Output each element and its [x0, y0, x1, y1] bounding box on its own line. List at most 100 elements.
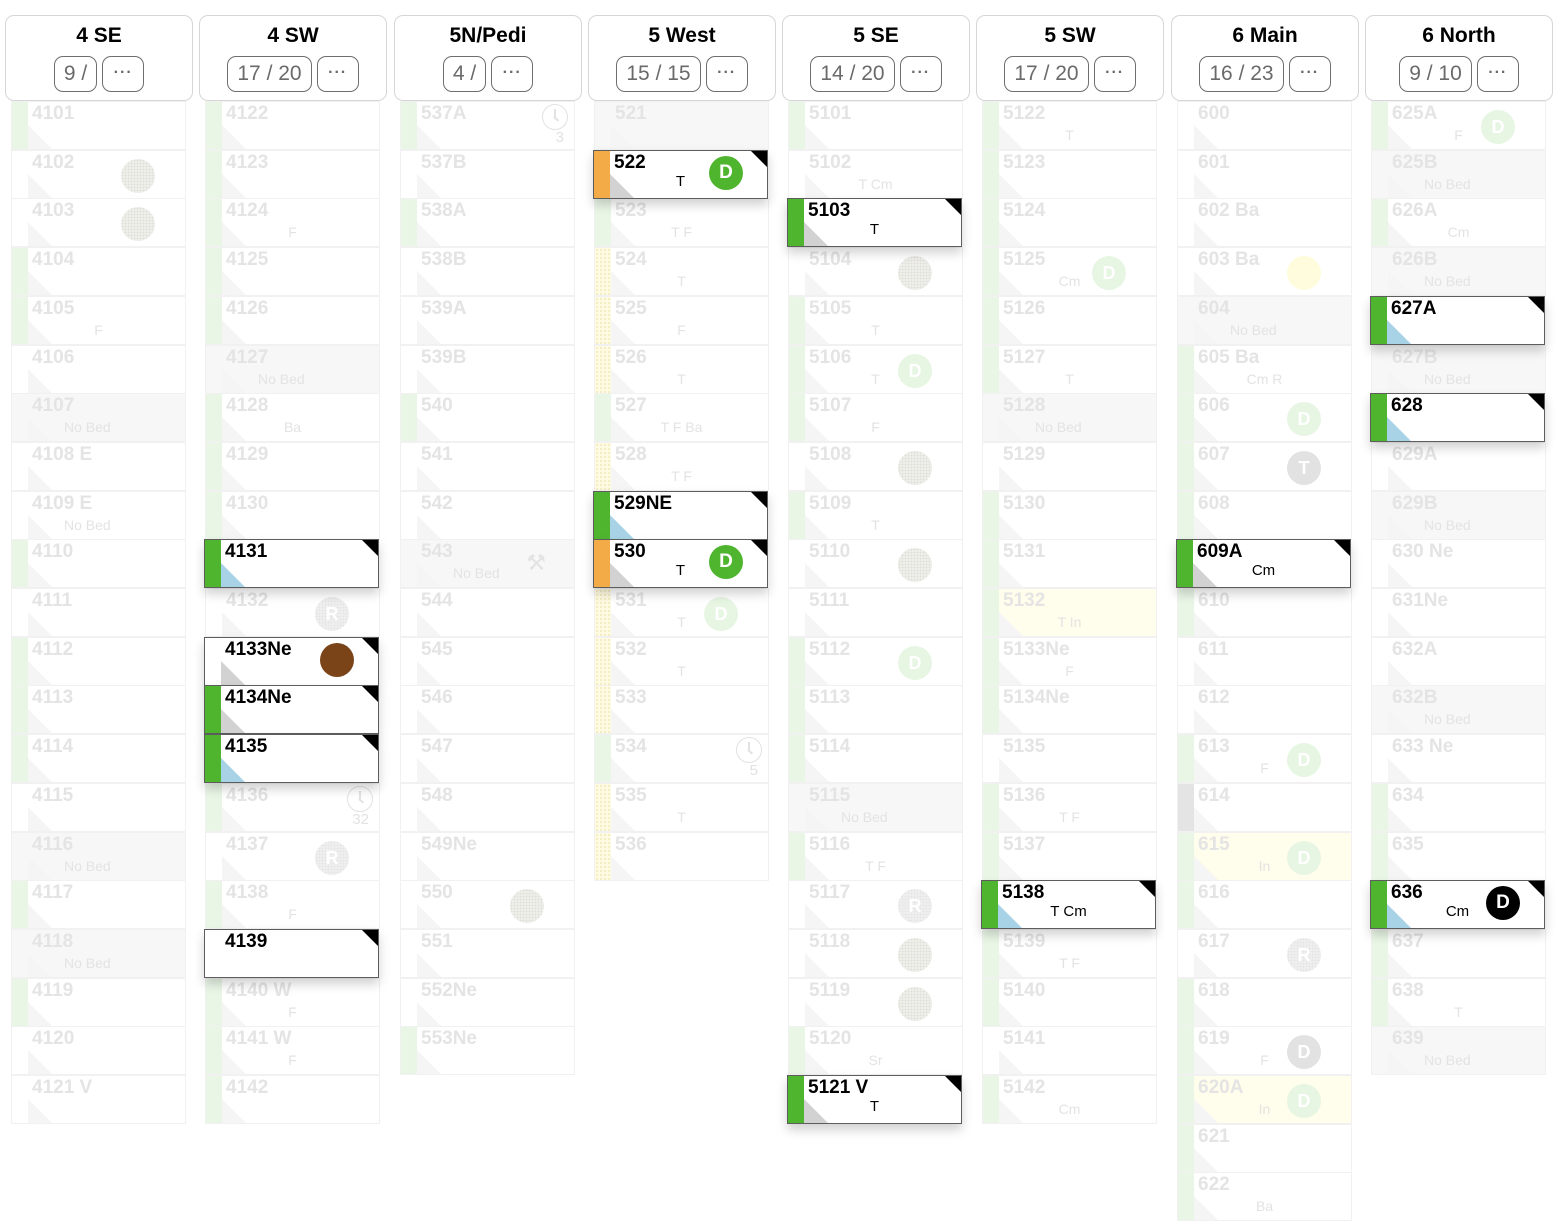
census-count-button[interactable]: 4 /	[442, 56, 487, 92]
room-cell[interactable]: 5128 No Bed	[982, 393, 1157, 443]
room-cell[interactable]: 5113	[788, 685, 963, 735]
room-cell[interactable]: 5102 T Cm	[788, 149, 963, 199]
room-cell[interactable]: 626B No Bed	[1371, 247, 1546, 297]
room-cell[interactable]: 4132 R	[205, 588, 380, 637]
room-cell[interactable]: 533	[594, 685, 769, 735]
room-cell[interactable]: 4140 W F	[205, 977, 380, 1027]
room-cell[interactable]: 616	[1177, 880, 1352, 930]
room-cell[interactable]: 613 F D	[1177, 734, 1352, 784]
room-cell[interactable]: 603 Ba	[1177, 247, 1352, 297]
room-cell[interactable]: 547	[400, 734, 575, 784]
room-cell[interactable]: 539A	[400, 295, 575, 345]
room-cell[interactable]: 552Ne	[400, 977, 575, 1027]
occupied-bed-card[interactable]: 4135	[204, 734, 379, 784]
room-cell[interactable]: 5112 D	[788, 636, 963, 686]
occupied-bed-card[interactable]: 5138 T Cm	[981, 880, 1156, 930]
room-cell[interactable]: 630 Ne	[1371, 539, 1546, 589]
room-cell[interactable]: 4109 E No Bed	[11, 490, 186, 540]
room-cell[interactable]: 4127 No Bed	[205, 344, 380, 394]
census-count-button[interactable]: 17 / 20	[227, 56, 312, 92]
unit-title[interactable]: 4 SW	[200, 24, 386, 48]
more-options-button[interactable]: ···	[705, 56, 748, 92]
room-cell[interactable]: 4101	[11, 101, 186, 150]
room-cell[interactable]: 4121 V	[11, 1075, 186, 1124]
room-cell[interactable]: 615 In D	[1177, 831, 1352, 881]
room-cell[interactable]: 4112	[11, 636, 186, 686]
room-cell[interactable]: 5132 T In	[982, 588, 1157, 637]
room-cell[interactable]: 625A F D	[1371, 101, 1546, 150]
room-cell[interactable]: 5137	[982, 831, 1157, 881]
room-cell[interactable]: 4142	[205, 1075, 380, 1124]
room-cell[interactable]: 5127 T	[982, 344, 1157, 394]
occupied-bed-card[interactable]: 4133Ne	[204, 636, 379, 686]
room-cell[interactable]: 537A 3	[400, 101, 575, 150]
room-cell[interactable]: 5129	[982, 441, 1157, 491]
room-cell[interactable]: 626A Cm	[1371, 198, 1546, 248]
room-cell[interactable]: 5115 No Bed	[788, 782, 963, 832]
room-cell[interactable]: 5142 Cm	[982, 1075, 1157, 1124]
room-cell[interactable]: 4129	[205, 441, 380, 491]
room-cell[interactable]: 638 T	[1371, 977, 1546, 1027]
room-cell[interactable]: 621	[1177, 1123, 1352, 1173]
occupied-bed-card[interactable]: 627A	[1370, 295, 1545, 345]
room-cell[interactable]: 4113	[11, 685, 186, 735]
census-count-button[interactable]: 17 / 20	[1004, 56, 1089, 92]
census-count-button[interactable]: 15 / 15	[616, 56, 701, 92]
room-cell[interactable]: 5117 R	[788, 880, 963, 930]
census-count-button[interactable]: 14 / 20	[810, 56, 895, 92]
room-cell[interactable]: 635	[1371, 831, 1546, 881]
room-cell[interactable]: 5139 T F	[982, 928, 1157, 978]
room-cell[interactable]: 5135	[982, 734, 1157, 784]
room-cell[interactable]: 534 5	[594, 734, 769, 784]
room-cell[interactable]: 618	[1177, 977, 1352, 1027]
room-cell[interactable]: 604 No Bed	[1177, 295, 1352, 345]
room-cell[interactable]: 639 No Bed	[1371, 1026, 1546, 1076]
unit-title[interactable]: 5 SE	[783, 24, 969, 48]
room-cell[interactable]: 527 T F Ba	[594, 393, 769, 443]
room-cell[interactable]: 622 Ba	[1177, 1172, 1352, 1222]
room-cell[interactable]: 5105 T	[788, 295, 963, 345]
occupied-bed-card[interactable]: 5103 T	[787, 198, 962, 248]
room-cell[interactable]: 548	[400, 782, 575, 832]
occupied-bed-card[interactable]: 529NE	[593, 490, 768, 540]
room-cell[interactable]: 4104	[11, 247, 186, 297]
room-cell[interactable]: 5131	[982, 539, 1157, 589]
room-cell[interactable]: 4102	[11, 149, 186, 199]
room-cell[interactable]: 614	[1177, 782, 1352, 832]
room-cell[interactable]: 532 T	[594, 636, 769, 686]
more-options-button[interactable]: ···	[1288, 56, 1331, 92]
room-cell[interactable]: 4122	[205, 101, 380, 150]
occupied-bed-card[interactable]: 636 Cm D	[1370, 880, 1545, 930]
room-cell[interactable]: 536	[594, 831, 769, 881]
occupied-bed-card[interactable]: 530 T D	[593, 539, 768, 589]
room-cell[interactable]: 5118	[788, 928, 963, 978]
room-cell[interactable]: 5114	[788, 734, 963, 784]
room-cell[interactable]: 4123	[205, 149, 380, 199]
room-cell[interactable]: 5136 T F	[982, 782, 1157, 832]
room-cell[interactable]: 553Ne	[400, 1026, 575, 1076]
more-options-button[interactable]: ···	[1093, 56, 1136, 92]
room-cell[interactable]: 606 D	[1177, 393, 1352, 443]
occupied-bed-card[interactable]: 628	[1370, 393, 1545, 443]
room-cell[interactable]: 4103	[11, 198, 186, 248]
census-count-button[interactable]: 9 / 10	[1399, 56, 1472, 92]
room-cell[interactable]: 5122 T	[982, 101, 1157, 150]
unit-title[interactable]: 6 North	[1366, 24, 1552, 48]
room-cell[interactable]: 4111	[11, 588, 186, 637]
room-cell[interactable]: 5140	[982, 977, 1157, 1027]
room-cell[interactable]: 544	[400, 588, 575, 637]
room-cell[interactable]: 600	[1177, 101, 1352, 150]
occupied-bed-card[interactable]: 522 T D	[593, 149, 768, 199]
more-options-button[interactable]: ···	[316, 56, 359, 92]
room-cell[interactable]: 524 T	[594, 247, 769, 297]
occupied-bed-card[interactable]: 4131	[204, 539, 379, 589]
room-cell[interactable]: 607 T	[1177, 441, 1352, 491]
more-options-button[interactable]: ···	[899, 56, 942, 92]
room-cell[interactable]: 4128 Ba	[205, 393, 380, 443]
room-cell[interactable]: 611	[1177, 636, 1352, 686]
occupied-bed-card[interactable]: 5121 VT	[787, 1075, 962, 1124]
room-cell[interactable]: 4125	[205, 247, 380, 297]
room-cell[interactable]: 551	[400, 928, 575, 978]
room-cell[interactable]: 4116 No Bed	[11, 831, 186, 881]
room-cell[interactable]: 4130	[205, 490, 380, 540]
